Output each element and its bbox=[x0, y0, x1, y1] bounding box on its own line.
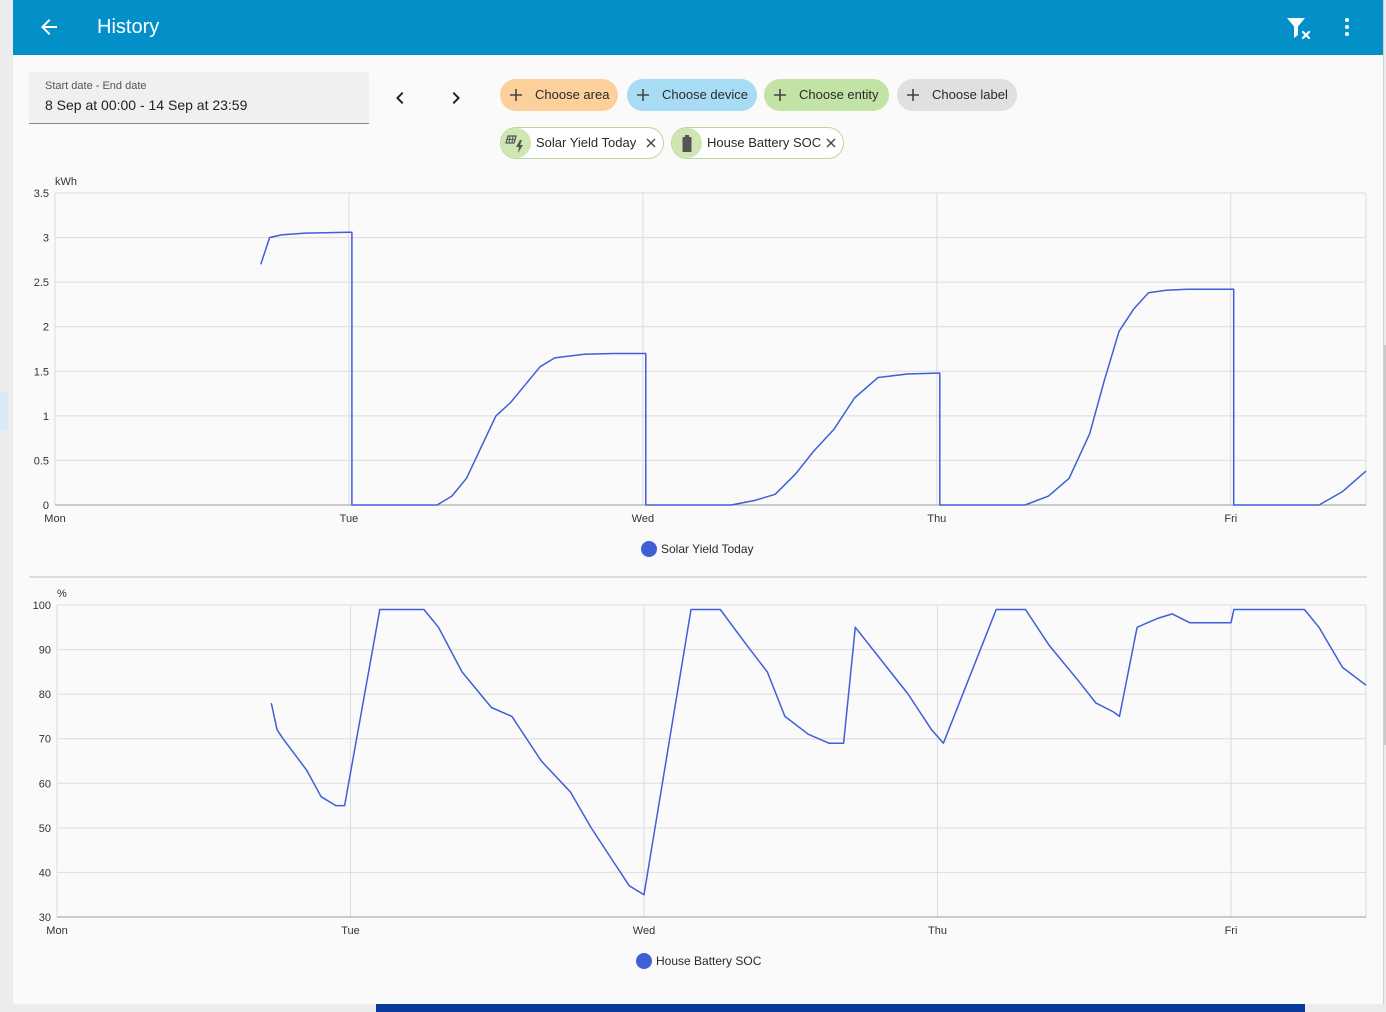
y-tick-label: 80 bbox=[39, 689, 51, 701]
x-tick-label: Tue bbox=[340, 513, 359, 525]
y-tick-label: 50 bbox=[39, 823, 51, 835]
series-line bbox=[270, 608, 1367, 896]
solar-yield-chart: kWh 0 0.5 1 1.5 2 2.5 3 3.5 Mon Tue Wed Thu Fri Solar… bbox=[13, 170, 1383, 570]
y-tick-label: 1.5 bbox=[34, 366, 49, 378]
solar-yield-chart-plot: kWh 0 0.5 1 1.5 2 2.5 3 3.5 Mon Tue Wed Thu Fri bbox=[34, 176, 1367, 525]
y-unit-label: % bbox=[57, 588, 67, 600]
y-tick-label: 70 bbox=[39, 734, 51, 746]
choose-device-chip[interactable]: Choose device bbox=[627, 79, 757, 111]
history-page: History Start date - End date 8 Sep at 0… bbox=[13, 0, 1384, 1004]
x-tick-label: Thu bbox=[928, 925, 947, 937]
y-tick-label: 60 bbox=[39, 778, 51, 790]
y-tick-label: 0 bbox=[43, 500, 49, 512]
plus-icon bbox=[510, 89, 522, 101]
entity-chip-label: House Battery SOC bbox=[707, 135, 822, 150]
y-tick-label: 100 bbox=[33, 600, 51, 612]
y-tick-label: 40 bbox=[39, 867, 51, 879]
top-app-bar: History bbox=[13, 0, 1383, 55]
chart-divider bbox=[29, 576, 1367, 578]
x-tick-label: Wed bbox=[632, 513, 654, 525]
entity-chip-house-battery[interactable]: House Battery SOC bbox=[671, 127, 844, 159]
choose-area-chip[interactable]: Choose area bbox=[500, 79, 618, 111]
y-tick-label: 1 bbox=[43, 411, 49, 423]
chip-label: Choose entity bbox=[799, 87, 879, 102]
y-tick-label: 2 bbox=[43, 322, 49, 334]
chip-label: Choose device bbox=[662, 87, 748, 102]
next-period-button[interactable] bbox=[444, 86, 468, 110]
legend-label: House Battery SOC bbox=[656, 954, 762, 968]
solar-power-icon bbox=[501, 128, 531, 158]
y-tick-label: 30 bbox=[39, 912, 51, 924]
y-unit-label: kWh bbox=[55, 176, 77, 188]
battery-icon bbox=[672, 128, 702, 158]
x-tick-label: Thu bbox=[927, 513, 946, 525]
x-tick-label: Tue bbox=[341, 925, 360, 937]
y-tick-label: 90 bbox=[39, 645, 51, 657]
entity-chip-solar-yield[interactable]: Solar Yield Today bbox=[500, 127, 664, 159]
plus-icon bbox=[907, 89, 919, 101]
legend-swatch bbox=[636, 953, 652, 969]
previous-period-button[interactable] bbox=[388, 86, 412, 110]
legend-swatch bbox=[641, 541, 657, 557]
y-tick-label: 3 bbox=[43, 233, 49, 245]
x-tick-label: Fri bbox=[1225, 925, 1238, 937]
y-tick-label: 3.5 bbox=[34, 188, 49, 200]
y-tick-label: 2.5 bbox=[34, 277, 49, 289]
filter-remove-icon[interactable] bbox=[1286, 15, 1312, 41]
date-range-label: Start date - End date bbox=[45, 80, 147, 92]
dots-vertical-icon[interactable] bbox=[1335, 15, 1359, 39]
plus-icon bbox=[774, 89, 786, 101]
legend-label: Solar Yield Today bbox=[661, 542, 754, 556]
date-range-value: 8 Sep at 00:00 - 14 Sep at 23:59 bbox=[45, 97, 248, 113]
series-line bbox=[260, 231, 1367, 506]
x-tick-label: Fri bbox=[1224, 513, 1237, 525]
date-range-picker[interactable]: Start date - End date 8 Sep at 00:00 - 1… bbox=[29, 72, 369, 124]
y-tick-label: 0.5 bbox=[34, 455, 49, 467]
close-icon[interactable] bbox=[645, 137, 657, 149]
choose-label-chip[interactable]: Choose label bbox=[897, 79, 1017, 111]
entity-chip-label: Solar Yield Today bbox=[536, 135, 637, 150]
plus-icon bbox=[637, 89, 649, 101]
arrow-left-icon[interactable] bbox=[37, 15, 61, 39]
close-icon[interactable] bbox=[825, 137, 837, 149]
chip-label: Choose label bbox=[932, 87, 1008, 102]
choose-entity-chip[interactable]: Choose entity bbox=[764, 79, 889, 111]
x-tick-label: Mon bbox=[46, 925, 67, 937]
house-battery-soc-chart-plot: % 30 40 50 60 70 80 90 100 Mon Tue Wed Thu Fri bbox=[33, 588, 1367, 937]
x-tick-label: Mon bbox=[44, 513, 65, 525]
x-tick-label: Wed bbox=[633, 925, 655, 937]
page-title: History bbox=[97, 16, 160, 38]
chip-label: Choose area bbox=[535, 87, 610, 102]
bottom-bar bbox=[376, 1004, 1305, 1012]
house-battery-soc-chart: % 30 40 50 60 70 80 90 100 Mon Tue Wed Thu Fri House … bbox=[13, 582, 1383, 982]
sidebar-edge bbox=[0, 392, 8, 430]
